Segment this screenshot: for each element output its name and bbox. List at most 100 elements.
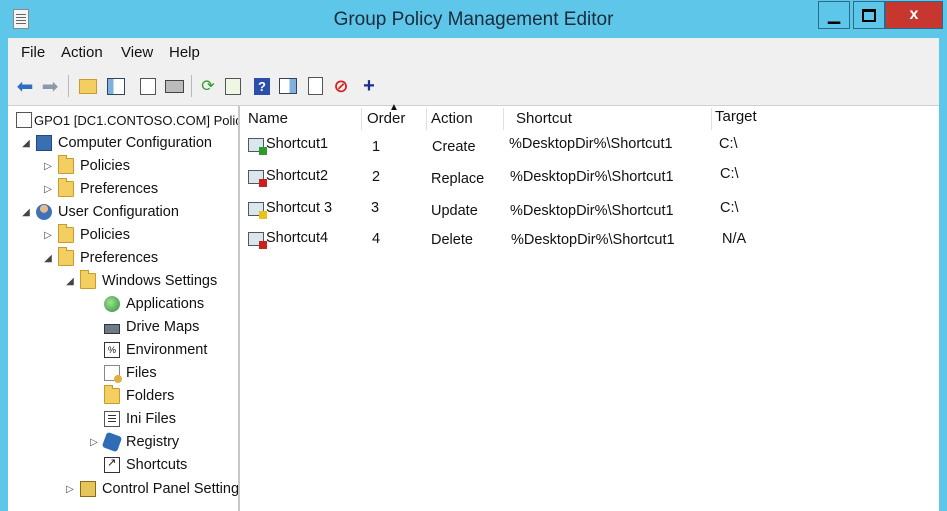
tree-item-applications[interactable]: Applications <box>104 293 204 315</box>
shortcut-delete-icon <box>248 232 267 249</box>
tree-item-label: Control Panel Setting <box>102 481 240 497</box>
collapse-arrow-icon[interactable]: ◢ <box>64 276 76 287</box>
help-icon[interactable]: ? <box>252 76 272 96</box>
expand-arrow-icon[interactable]: ▷ <box>64 484 76 495</box>
column-header-target[interactable]: Target <box>715 108 757 125</box>
collapse-arrow-icon[interactable]: ◢ <box>20 138 32 149</box>
folder-icon <box>104 385 120 404</box>
menu-view[interactable]: View <box>121 44 153 61</box>
column-divider[interactable] <box>503 108 504 130</box>
up-folder-icon[interactable] <box>78 76 98 96</box>
expand-arrow-icon[interactable]: ▷ <box>42 184 54 195</box>
tree-item-label: Computer Configuration <box>58 135 212 151</box>
menu-help[interactable]: Help <box>169 44 200 61</box>
tree-item-label: Policies <box>80 227 130 243</box>
tree-item-label: Windows Settings <box>102 273 218 289</box>
tree-item-policies[interactable]: ▷ Policies <box>42 155 130 177</box>
policy-icon <box>16 112 32 128</box>
forward-icon[interactable]: ➡ <box>40 76 60 98</box>
cell-name: Shortcut1 <box>266 136 329 152</box>
collapse-arrow-icon[interactable]: ◢ <box>42 253 54 264</box>
expand-arrow-icon[interactable]: ▷ <box>42 230 54 241</box>
cell-name: Shortcut4 <box>266 230 329 246</box>
tree-item-label: GPO1 [DC1.CONTOSO.COM] Policy <box>34 112 240 128</box>
cell-action: Update <box>431 203 478 219</box>
column-header-order[interactable]: Order <box>367 110 405 127</box>
cell-order: 1 <box>372 139 381 155</box>
cell-name: Shortcut2 <box>266 168 329 184</box>
menu-file[interactable]: File <box>21 44 45 61</box>
environment-icon: % <box>104 342 120 358</box>
cell-action: Replace <box>431 171 485 187</box>
cell-shortcut: %DesktopDir%\Shortcut1 <box>510 203 674 219</box>
computer-icon <box>36 135 52 151</box>
tree-item-label: Drive Maps <box>126 319 200 335</box>
tree-item-gpo-root[interactable]: GPO1 [DC1.CONTOSO.COM] Policy <box>16 109 240 131</box>
refresh-icon[interactable]: ⟳ <box>198 76 218 96</box>
show-pane-icon[interactable] <box>278 76 298 96</box>
tree-item-folders[interactable]: Folders <box>104 385 174 407</box>
tree-item-label: Registry <box>126 434 180 450</box>
cell-target: C:\ <box>720 200 739 216</box>
tree-item-drive-maps[interactable]: Drive Maps <box>104 316 199 338</box>
control-panel-icon <box>80 481 96 497</box>
export-icon[interactable] <box>223 76 243 96</box>
tree-item-label: Files <box>126 365 157 381</box>
column-divider[interactable] <box>711 108 712 130</box>
shortcut-create-icon <box>248 138 267 155</box>
tree-item-ini-files[interactable]: Ini Files <box>104 408 176 430</box>
expand-arrow-icon[interactable]: ▷ <box>42 161 54 172</box>
maximize-button[interactable] <box>853 1 885 29</box>
minimize-button[interactable]: ▁ <box>818 1 850 29</box>
tree-item-shortcuts[interactable]: Shortcuts <box>104 454 187 476</box>
folder-icon <box>58 247 74 266</box>
tree-item-label: Shortcuts <box>126 457 188 473</box>
sort-ascending-icon: ▲ <box>389 102 399 113</box>
tree-item-environment[interactable]: % Environment <box>104 339 207 361</box>
menu-action[interactable]: Action <box>61 44 103 61</box>
tree-item-label: Preferences <box>80 181 159 197</box>
tree-item-policies[interactable]: ▷ Policies <box>42 224 130 246</box>
column-divider[interactable] <box>361 108 362 130</box>
tree-item-files[interactable]: Files <box>104 362 157 384</box>
cell-shortcut: %DesktopDir%\Shortcut1 <box>511 232 675 248</box>
expand-arrow-icon[interactable]: ▷ <box>88 437 100 448</box>
cell-target: C:\ <box>719 136 738 152</box>
files-icon <box>104 365 122 383</box>
column-divider[interactable] <box>426 108 427 130</box>
toolbar-separator <box>68 75 69 97</box>
document-icon[interactable] <box>305 76 325 96</box>
shortcut-update-icon <box>248 202 267 219</box>
toolbar-separator <box>191 75 192 97</box>
toolbar: ⬅ ➡ ⟳ ? ⊘ + <box>8 67 939 106</box>
drive-maps-icon <box>104 323 120 334</box>
tree-item-label: Folders <box>126 388 175 404</box>
tree-item-preferences[interactable]: ▷ Preferences <box>42 178 158 200</box>
folder-icon <box>58 178 74 197</box>
show-hide-tree-icon[interactable] <box>106 76 126 96</box>
tree-item-registry[interactable]: ▷ Registry <box>88 431 179 453</box>
properties-icon[interactable] <box>138 76 158 96</box>
tree-item-user-configuration[interactable]: ◢ User Configuration <box>20 201 179 223</box>
column-header-action[interactable]: Action <box>431 110 473 127</box>
disable-icon[interactable]: ⊘ <box>331 76 351 96</box>
column-header-name[interactable]: Name <box>248 110 288 127</box>
tree-item-label: User Configuration <box>58 204 179 220</box>
menu-bar: File Action View Help <box>8 38 939 67</box>
back-icon[interactable]: ⬅ <box>15 76 35 98</box>
shortcut-replace-icon <box>248 170 267 187</box>
tree-item-computer-configuration[interactable]: ◢ Computer Configuration <box>20 132 212 154</box>
collapse-arrow-icon[interactable]: ◢ <box>20 207 32 218</box>
tree-item-control-panel-settings[interactable]: ▷ Control Panel Setting <box>64 478 240 500</box>
tree-item-preferences[interactable]: ◢ Preferences <box>42 247 158 269</box>
cell-order: 2 <box>372 169 381 185</box>
print-icon[interactable] <box>164 76 184 96</box>
folder-icon <box>58 155 74 174</box>
tree-item-windows-settings[interactable]: ◢ Windows Settings <box>64 270 217 292</box>
add-icon[interactable]: + <box>359 75 379 97</box>
close-button[interactable]: x <box>885 1 943 29</box>
column-header-shortcut[interactable]: Shortcut <box>516 110 572 127</box>
cell-shortcut: %DesktopDir%\Shortcut1 <box>510 169 674 185</box>
title-bar[interactable]: Group Policy Management Editor ▁ x <box>0 0 947 38</box>
details-pane: Name Order ▲ Action Shortcut Target Shor… <box>240 102 939 511</box>
